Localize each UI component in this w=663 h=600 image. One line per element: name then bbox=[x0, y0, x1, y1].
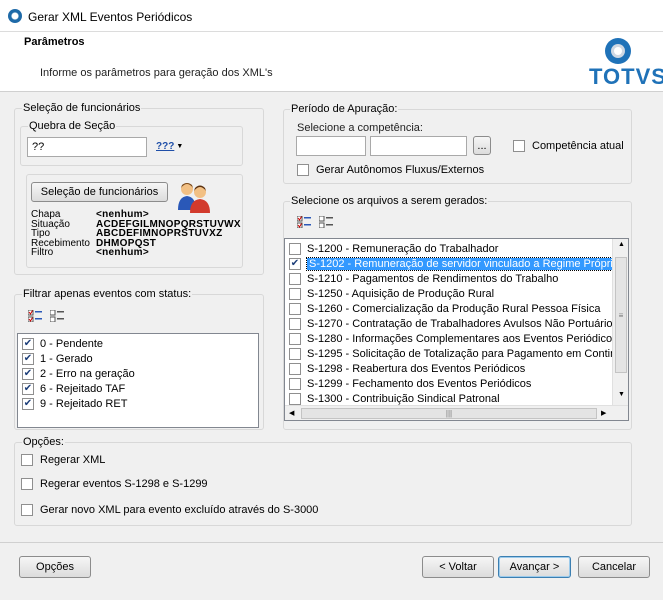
section-break-label: Quebra de Seção bbox=[28, 120, 117, 132]
options-label: Opções: bbox=[22, 436, 65, 448]
file-checkbox[interactable]: ✔ bbox=[289, 257, 301, 270]
lookup-icon: ??? bbox=[156, 141, 175, 152]
window-title: Gerar XML Eventos Periódicos bbox=[28, 10, 193, 24]
file-checkbox[interactable] bbox=[289, 317, 301, 330]
file-item[interactable]: S-1260 - Comercialização da Produção Rur… bbox=[285, 301, 600, 316]
current-competence-label: Competência atual bbox=[532, 140, 624, 152]
scroll-up-icon[interactable]: ▲ bbox=[618, 241, 625, 248]
file-item-selected[interactable]: ✔ S-1202 - Remuneração de servidor vincul… bbox=[285, 256, 628, 271]
options-button[interactable]: Opções bbox=[19, 556, 91, 578]
status-checkbox[interactable]: ✔ bbox=[22, 382, 34, 395]
status-filter-label: Filtrar apenas eventos com status: bbox=[22, 288, 193, 300]
file-checkbox[interactable] bbox=[289, 377, 301, 390]
status-checkbox[interactable]: ✔ bbox=[22, 367, 34, 380]
competence-year-input[interactable] bbox=[370, 136, 467, 156]
regerar-eventos-checkbox[interactable] bbox=[21, 478, 33, 490]
file-checkbox[interactable] bbox=[289, 362, 301, 375]
regerar-eventos-label: Regerar eventos S-1298 e S-1299 bbox=[40, 478, 208, 490]
files-horizontal-scrollbar[interactable]: ◀ ||| ▶ bbox=[285, 405, 628, 420]
files-toolbar bbox=[297, 216, 333, 228]
gerar-novo-xml-checkbox[interactable] bbox=[21, 504, 33, 516]
scroll-left-icon[interactable]: ◀ bbox=[289, 409, 294, 417]
status-checklist[interactable]: ✔ 0 - Pendente ✔ 1 - Gerado ✔ 2 - Erro na g… bbox=[17, 333, 259, 428]
wizard-header bbox=[0, 32, 663, 92]
select-employees-button[interactable]: Seleção de funcionários bbox=[31, 182, 168, 202]
lookup-dropdown-button[interactable]: ??? ▼ bbox=[156, 141, 183, 152]
status-item-erro[interactable]: ✔ 2 - Erro na geração bbox=[18, 366, 135, 381]
status-toolbar bbox=[28, 310, 64, 322]
uncheck-all-icon[interactable] bbox=[50, 310, 64, 322]
scroll-thumb[interactable]: ≡ bbox=[615, 257, 627, 373]
file-item[interactable]: S-1270 - Contratação de Trabalhadores Av… bbox=[285, 316, 618, 331]
file-checkbox[interactable] bbox=[289, 272, 301, 285]
file-item[interactable]: S-1250 - Aquisição de Produção Rural bbox=[285, 286, 494, 301]
files-vertical-scrollbar[interactable]: ▲ ≡ ▼ bbox=[612, 239, 628, 405]
totvs-logo-icon bbox=[605, 38, 631, 64]
gerar-novo-xml-label: Gerar novo XML para evento excluído atra… bbox=[40, 504, 319, 516]
current-competence-checkbox[interactable] bbox=[513, 140, 525, 152]
status-checkbox[interactable]: ✔ bbox=[22, 352, 34, 365]
files-checklist[interactable]: S-1200 - Remuneração do Trabalhador ✔ S-1… bbox=[284, 238, 629, 421]
file-checkbox[interactable] bbox=[289, 242, 301, 255]
uncheck-all-icon[interactable] bbox=[319, 216, 333, 228]
regerar-xml-checkbox[interactable] bbox=[21, 454, 33, 466]
h-scroll-thumb[interactable]: ||| bbox=[301, 408, 597, 419]
file-item[interactable]: S-1295 - Solicitação de Totalização para… bbox=[285, 346, 622, 361]
next-button[interactable]: Avançar > bbox=[498, 556, 571, 578]
status-checkbox[interactable]: ✔ bbox=[22, 337, 34, 350]
files-label: Selecione os arquivos a serem gerados: bbox=[290, 195, 489, 207]
file-item[interactable]: S-1210 - Pagamentos de Rendimentos do Tr… bbox=[285, 271, 558, 286]
file-checkbox[interactable] bbox=[289, 302, 301, 315]
info-row-chapa: Chapa <nenhum> bbox=[31, 209, 149, 220]
file-checkbox[interactable] bbox=[289, 347, 301, 360]
check-all-icon[interactable] bbox=[28, 310, 42, 322]
file-item[interactable]: S-1299 - Fechamento dos Eventos Periódic… bbox=[285, 376, 531, 391]
totvs-logo-text: TOTVS bbox=[589, 64, 663, 89]
page-subtitle: Informe os parâmetros para geração dos X… bbox=[40, 67, 273, 79]
page-title: Parâmetros bbox=[24, 36, 85, 48]
file-item[interactable]: S-1298 - Reabertura dos Eventos Periódic… bbox=[285, 361, 525, 376]
competence-label: Selecione a competência: bbox=[297, 122, 423, 134]
employee-selection-label: Seleção de funcionários bbox=[22, 102, 142, 114]
section-break-input[interactable]: ?? bbox=[27, 137, 147, 157]
status-item-rejeitado-taf[interactable]: ✔ 6 - Rejeitado TAF bbox=[18, 381, 125, 396]
info-row-filtro: Filtro <nenhum> bbox=[31, 247, 149, 258]
scroll-right-icon[interactable]: ▶ bbox=[601, 409, 606, 417]
employee-info-list: Chapa <nenhum> Situação ACDEFGILMNOPQRSTUV… bbox=[31, 209, 241, 258]
period-label: Período de Apuração: bbox=[290, 103, 399, 115]
autonomos-label: Gerar Autônomos Fluxus/Externos bbox=[316, 164, 485, 176]
cancel-button[interactable]: Cancelar bbox=[578, 556, 650, 578]
info-row-situacao: Situação ACDEFGILMNOPQRSTUVWX bbox=[31, 218, 241, 230]
status-checkbox[interactable]: ✔ bbox=[22, 397, 34, 410]
competence-browse-button[interactable]: ... bbox=[473, 136, 491, 155]
file-checkbox[interactable] bbox=[289, 332, 301, 345]
file-checkbox[interactable] bbox=[289, 287, 301, 300]
competence-month-input[interactable] bbox=[296, 136, 366, 156]
status-item-rejeitado-ret[interactable]: ✔ 9 - Rejeitado RET bbox=[18, 396, 127, 411]
file-item[interactable]: S-1280 - Informações Complementares aos … bbox=[285, 331, 618, 346]
file-checkbox[interactable] bbox=[289, 392, 301, 405]
check-all-icon[interactable] bbox=[297, 216, 311, 228]
regerar-xml-label: Regerar XML bbox=[40, 454, 106, 466]
app-icon bbox=[8, 9, 22, 23]
file-item[interactable]: S-1200 - Remuneração do Trabalhador bbox=[285, 241, 498, 256]
scroll-down-icon[interactable]: ▼ bbox=[618, 391, 625, 398]
autonomos-checkbox[interactable] bbox=[297, 164, 309, 176]
status-item-pendente[interactable]: ✔ 0 - Pendente bbox=[18, 336, 103, 351]
back-button[interactable]: < Voltar bbox=[422, 556, 494, 578]
chevron-down-icon: ▼ bbox=[176, 143, 184, 150]
file-item[interactable]: S-1300 - Contribuição Sindical Patronal bbox=[285, 391, 500, 406]
status-item-gerado[interactable]: ✔ 1 - Gerado bbox=[18, 351, 93, 366]
info-row-tipo: Tipo ABCDEFIMNOPRSTUVXZ bbox=[31, 228, 223, 239]
